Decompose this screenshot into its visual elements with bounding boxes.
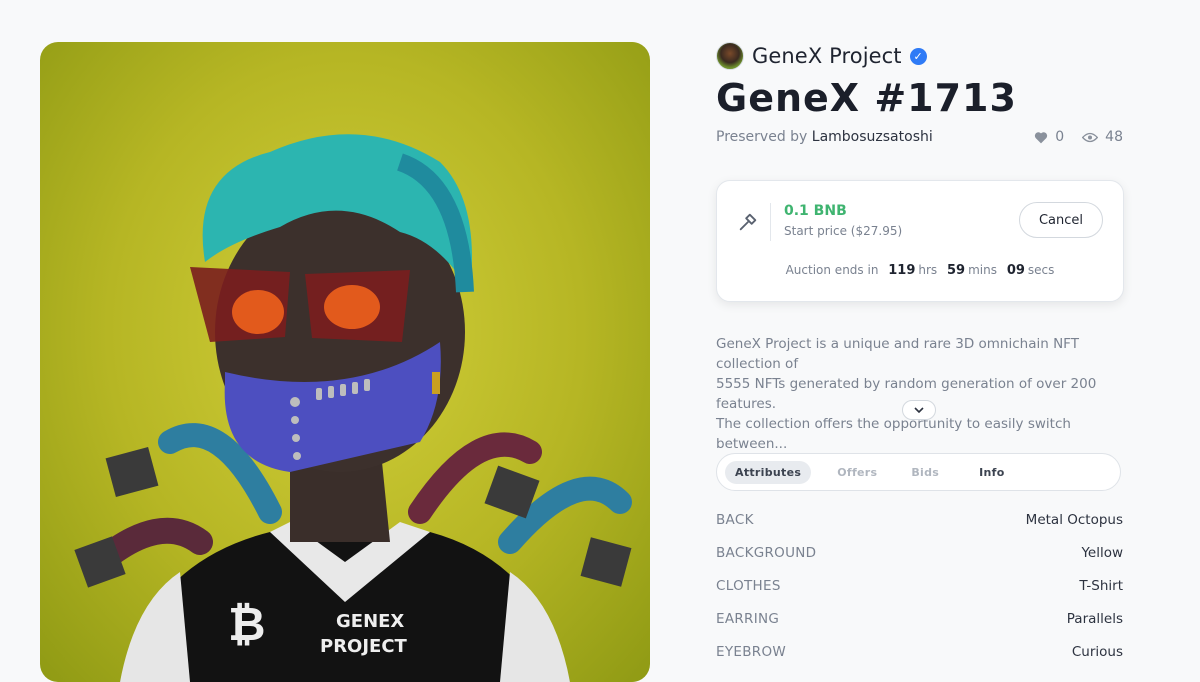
tab-info[interactable]: Info	[969, 461, 1014, 484]
heart-icon	[1035, 131, 1048, 143]
attribute-key: CLOTHES	[716, 578, 781, 594]
countdown-hours: 119	[888, 263, 916, 278]
current-price: 0.1 BNB	[784, 203, 847, 219]
attribute-row: EYEBROW Curious	[716, 644, 1123, 677]
countdown-mins: 59	[947, 263, 966, 278]
description-line-3: The collection offers the opportunity to…	[716, 416, 1071, 452]
auction-hammer-icon	[739, 213, 757, 231]
eye-icon	[1082, 132, 1099, 142]
attribute-row: EARRING Parallels	[716, 611, 1123, 644]
detail-tabs: Attributes Offers Bids Info	[716, 453, 1121, 491]
chevron-down-icon	[914, 407, 924, 413]
tab-offers[interactable]: Offers	[827, 461, 887, 484]
countdown-label: Auction ends in	[785, 263, 879, 277]
auction-countdown: Auction ends in 119 hrs 59 mins 09 secs	[717, 263, 1123, 278]
shirt-text-2: PROJECT	[320, 636, 408, 657]
start-price: Start price ($27.95)	[784, 224, 903, 238]
verified-badge-icon: ✓	[909, 47, 927, 65]
mins-unit: mins	[968, 263, 997, 277]
secs-unit: secs	[1027, 263, 1055, 277]
description-line-1: GeneX Project is a unique and rare 3D om…	[716, 336, 1079, 372]
attribute-key: BACK	[716, 512, 754, 528]
attribute-key: EARRING	[716, 611, 780, 627]
attribute-key: BACKGROUND	[716, 545, 817, 561]
nft-title: GeneX #1713	[716, 76, 1017, 120]
tab-bids[interactable]: Bids	[901, 461, 949, 484]
attribute-value: Metal Octopus	[1025, 512, 1123, 528]
collection-header[interactable]: GeneX Project ✓	[716, 42, 927, 70]
owner-line: Preserved by Lambosuzsatoshi	[716, 129, 933, 145]
attribute-row: BACKGROUND Yellow	[716, 545, 1123, 578]
attribute-key: EYEBROW	[716, 644, 787, 660]
attributes-list: BACK Metal Octopus BACKGROUND Yellow CLO…	[716, 512, 1123, 677]
view-count: 48	[1105, 129, 1123, 145]
attribute-value: Curious	[1071, 644, 1123, 660]
nft-stats: 0 48	[1034, 129, 1123, 145]
auction-card: 0.1 BNB Start price ($27.95) Cancel Auct…	[716, 180, 1124, 302]
bitcoin-logo: ₿	[228, 597, 266, 651]
attribute-value: Yellow	[1081, 545, 1123, 561]
collection-avatar[interactable]	[716, 42, 744, 70]
attribute-row: BACK Metal Octopus	[716, 512, 1123, 545]
like-stat[interactable]: 0	[1034, 129, 1064, 145]
nft-image[interactable]: ₿ GENEX PROJECT	[40, 42, 650, 682]
cancel-button[interactable]: Cancel	[1019, 202, 1103, 238]
attribute-value: T-Shirt	[1079, 578, 1123, 594]
attribute-value: Parallels	[1066, 611, 1123, 627]
expand-description-button[interactable]	[902, 400, 936, 420]
like-count: 0	[1055, 129, 1065, 145]
collection-name[interactable]: GeneX Project	[752, 44, 902, 68]
owner-name-link[interactable]: Lambosuzsatoshi	[812, 129, 933, 145]
attribute-row: CLOTHES T-Shirt	[716, 578, 1123, 611]
shirt-text-1: GENEX	[336, 611, 404, 632]
earring	[432, 372, 440, 394]
tab-attributes[interactable]: Attributes	[725, 460, 812, 484]
auction-divider	[770, 203, 771, 241]
view-stat: 48	[1082, 129, 1123, 145]
owner-prefix: Preserved by	[716, 129, 808, 145]
countdown-secs: 09	[1006, 263, 1025, 278]
hours-unit: hrs	[918, 263, 938, 277]
nft-description: GeneX Project is a unique and rare 3D om…	[716, 334, 1126, 454]
